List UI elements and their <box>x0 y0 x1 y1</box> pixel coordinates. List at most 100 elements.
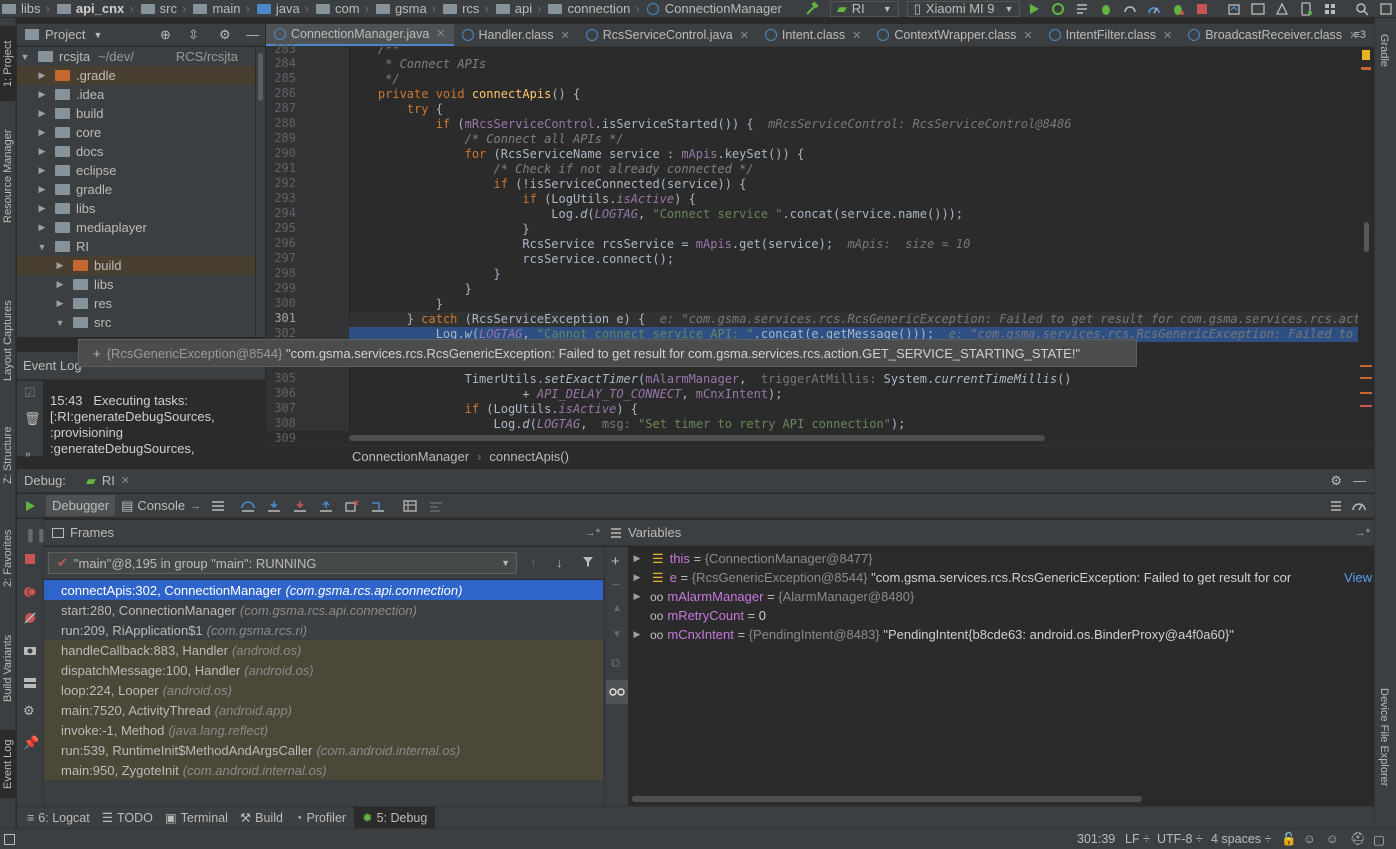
inspection-icon[interactable]: ☺ <box>1326 832 1339 846</box>
minimize-icon[interactable]: — <box>246 27 259 42</box>
search-icon[interactable] <box>1352 0 1372 17</box>
frame-row[interactable]: handleCallback:883, Handler (android.os) <box>44 640 603 660</box>
mute-breakpoints-icon[interactable] <box>23 611 37 625</box>
filter-icon[interactable] <box>582 556 594 568</box>
gear-icon[interactable]: ⚙ <box>23 703 35 719</box>
collapse-all-icon[interactable]: ⇳ <box>188 27 199 43</box>
view-breakpoints-icon[interactable] <box>23 585 37 599</box>
close-icon[interactable]: ✕ <box>1023 29 1032 42</box>
tab-event-log[interactable]: Event Log <box>0 730 16 798</box>
tab-resource-manager[interactable]: Resource Manager <box>0 116 16 236</box>
expand-arrow-icon[interactable]: ▶ <box>37 70 47 81</box>
view-link[interactable]: View <box>1340 570 1372 585</box>
tool-todo[interactable]: TODO <box>113 807 161 829</box>
tab-console[interactable]: Console <box>137 498 185 513</box>
tree-item[interactable]: ▶ libs <box>17 199 255 218</box>
tree-item[interactable]: ▶ .gradle <box>17 66 255 85</box>
project-structure-icon[interactable] <box>1320 0 1340 17</box>
tab-device-file-explorer[interactable]: Device File Explorer <box>1378 688 1390 786</box>
breadcrumb-class[interactable]: ConnectionManager <box>352 449 469 464</box>
tab-layout-captures[interactable]: Layout Captures <box>0 288 16 393</box>
debug-value-tooltip[interactable]: + {RcsGenericException@8544} "com.gsma.s… <box>78 339 1137 367</box>
frame-row[interactable]: main:950, ZygoteInit (com.android.interna… <box>44 760 603 780</box>
step-into-icon[interactable] <box>267 500 281 512</box>
pin-arrow-icon[interactable]: → <box>190 500 201 512</box>
expand-arrow-icon[interactable]: ▶ <box>630 629 644 640</box>
hammer-icon[interactable] <box>802 0 822 17</box>
mark-read-icon[interactable]: ☑ <box>24 385 36 401</box>
frame-row[interactable]: dispatchMessage:100, Handler (android.os) <box>44 660 603 680</box>
code-editor[interactable]: /** * Connect APIs */ private void conne… <box>349 47 1374 431</box>
thread-select[interactable]: ✔ "main"@8,195 in group "main": RUNNING … <box>48 552 517 574</box>
tree-item[interactable]: ▶ .idea <box>17 85 255 104</box>
debug-icon[interactable] <box>1096 0 1116 17</box>
tool-windows-icon[interactable] <box>4 833 15 845</box>
tab-handler[interactable]: Handler.class ✕ <box>454 24 578 46</box>
crumb-com[interactable]: com <box>314 1 360 16</box>
run-to-cursor-icon[interactable] <box>371 500 385 512</box>
expand-arrow-icon[interactable]: ▶ <box>37 222 47 233</box>
variable-row[interactable]: ▶ oo mAlarmManager = {AlarmManager@8480} <box>628 587 1374 606</box>
tool-profiler[interactable]: Profiler <box>302 807 354 829</box>
crumb-rcs[interactable]: rcs <box>441 1 479 16</box>
stop-icon[interactable] <box>1192 0 1212 17</box>
crumb-connection[interactable]: connection <box>546 1 630 16</box>
variables-hscrollbar[interactable] <box>632 796 1142 802</box>
crumb-java[interactable]: java <box>255 1 300 16</box>
crumb-main[interactable]: main <box>191 1 241 16</box>
expand-arrow-icon[interactable]: ▶ <box>37 165 47 176</box>
tab-broadcast-receiver[interactable]: BroadcastReceiver.class ✕ <box>1180 24 1366 46</box>
expand-arrow-icon[interactable]: ▼ <box>55 318 65 328</box>
expand-arrow-icon[interactable]: ▶ <box>55 298 65 309</box>
frame-row[interactable]: main:7520, ActivityThread (android.app) <box>44 700 603 720</box>
crumb-api[interactable]: api <box>494 1 532 16</box>
pin-arrow-icon[interactable]: →* <box>585 527 600 539</box>
crumb-gsma[interactable]: gsma <box>374 1 427 16</box>
trash-icon[interactable]: 🗑 <box>24 411 41 427</box>
step-over-icon[interactable] <box>241 500 255 512</box>
locate-icon[interactable]: ⊕ <box>160 27 171 43</box>
file-encoding[interactable]: UTF-8 ÷ <box>1157 832 1203 846</box>
tree-item[interactable]: ▶ build <box>17 256 255 275</box>
tab-debugger[interactable]: Debugger <box>46 495 116 516</box>
caret-position[interactable]: 301:39 <box>1077 832 1115 846</box>
debug-session-tab[interactable]: RI <box>102 473 115 488</box>
tab-favorites[interactable]: 2: Favorites <box>0 518 16 598</box>
minimize-icon[interactable]: — <box>1353 473 1366 488</box>
gear-icon[interactable]: ⚙ <box>219 27 231 43</box>
tool-build[interactable]: Build <box>251 807 291 829</box>
debug-bug-icon[interactable] <box>1168 0 1188 17</box>
tab-rcs-service-control[interactable]: RcsServiceControl.java ✕ <box>578 24 757 46</box>
sdk-manager-icon[interactable] <box>1272 0 1292 17</box>
tab-structure[interactable]: Z: Structure <box>0 418 16 493</box>
arrow-up-icon[interactable]: ↑ <box>530 555 537 570</box>
copy-icon[interactable]: ⧉ <box>611 655 620 671</box>
avd-manager-icon[interactable] <box>1248 0 1268 17</box>
git-icon[interactable]: ⛑ <box>1350 832 1366 847</box>
variable-row[interactable]: ▶ oo mCnxIntent = {PendingIntent@8483} "Pe… <box>628 625 1374 644</box>
tree-item[interactable]: ▶ build <box>17 104 255 123</box>
expand-arrow-icon[interactable]: ▶ <box>37 89 47 100</box>
expand-arrow-icon[interactable]: ▼ <box>37 242 47 252</box>
expand-arrow-icon[interactable]: ▶ <box>55 279 65 290</box>
show-watches-icon[interactable] <box>606 680 628 704</box>
expand-arrow-icon[interactable]: ▶ <box>630 572 644 583</box>
restore-layout-icon[interactable] <box>1330 500 1342 512</box>
crumb-src[interactable]: src <box>139 1 177 16</box>
expand-arrow-icon[interactable]: ▶ <box>630 553 644 564</box>
move-up-icon[interactable]: ▲ <box>612 603 622 614</box>
frame-row[interactable]: loop:224, Looper (android.os) <box>44 680 603 700</box>
tool-terminal[interactable]: Terminal <box>177 807 236 829</box>
expand-icon[interactable]: » <box>25 449 31 460</box>
expand-arrow-icon[interactable]: ▶ <box>55 260 65 271</box>
tool-debug[interactable]: ✹ 5: Debug <box>354 806 436 829</box>
breadcrumb-method[interactable]: connectApis() <box>489 449 568 464</box>
expand-arrow-icon[interactable]: ▶ <box>37 184 47 195</box>
expand-arrow-icon[interactable]: ▼ <box>20 52 30 62</box>
indent-setting[interactable]: 4 spaces ÷ <box>1211 832 1271 846</box>
frame-row[interactable]: start:280, ConnectionManager (com.gsma.rc… <box>44 600 603 620</box>
tree-item[interactable]: ▼ RI <box>17 237 255 256</box>
tab-intent[interactable]: Intent.class ✕ <box>757 24 869 46</box>
tree-item[interactable]: ▶ mediaplayer <box>17 218 255 237</box>
close-icon[interactable]: ✕ <box>436 27 445 40</box>
